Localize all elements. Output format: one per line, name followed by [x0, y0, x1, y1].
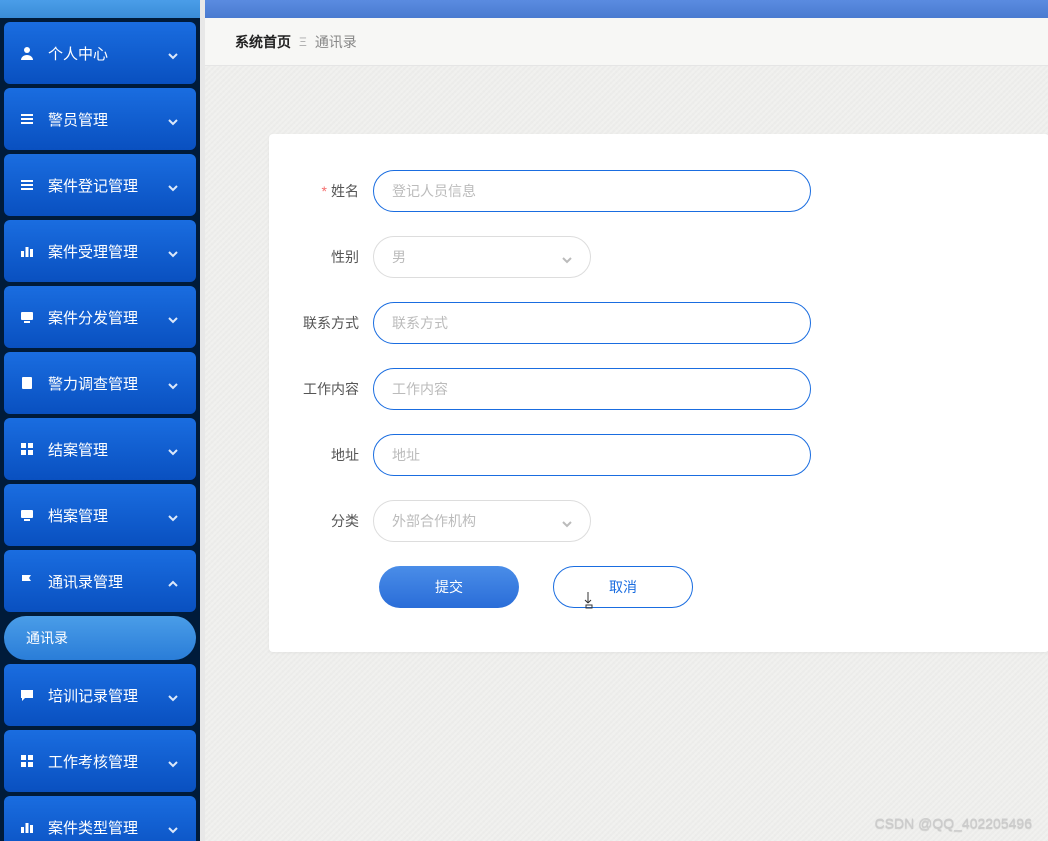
sidebar-item-case-accept[interactable]: 案件受理管理 — [4, 220, 196, 282]
contact-input[interactable] — [373, 302, 811, 344]
breadcrumb-current: 通讯录 — [315, 32, 357, 52]
monitor-icon — [18, 506, 36, 524]
form-row-work: 工作内容 — [281, 368, 1001, 410]
cancel-label: 取消 — [609, 577, 637, 597]
address-input[interactable] — [373, 434, 811, 476]
watermark: CSDN @QQ_402205496 — [875, 815, 1032, 831]
main-content: 系统首页 Ξ 通讯录 姓名 性别 男 联系方式 工作内容 地址 — [205, 18, 1048, 841]
person-icon — [18, 44, 36, 62]
sidebar-item-performance[interactable]: 工作考核管理 — [4, 730, 196, 792]
top-header-bar — [205, 0, 1048, 18]
sidebar-item-label: 案件登记管理 — [48, 175, 138, 196]
category-select[interactable]: 外部合作机构 — [373, 500, 591, 542]
chevron-down-icon — [168, 756, 178, 766]
chevron-down-icon — [168, 510, 178, 520]
form-row-address: 地址 — [281, 434, 1001, 476]
chevron-down-icon — [168, 444, 178, 454]
sidebar-item-training[interactable]: 培训记录管理 — [4, 664, 196, 726]
submit-button[interactable]: 提交 — [379, 566, 519, 608]
breadcrumb-separator: Ξ — [299, 35, 307, 49]
sidebar-item-case-type[interactable]: 案件类型管理 — [4, 796, 196, 841]
bars-icon — [18, 176, 36, 194]
sidebar-item-case-register[interactable]: 案件登记管理 — [4, 154, 196, 216]
form-row-category: 分类 外部合作机构 — [281, 500, 1001, 542]
breadcrumb: 系统首页 Ξ 通讯录 — [205, 18, 1048, 66]
chevron-down-icon — [168, 378, 178, 388]
sidebar-item-label: 结案管理 — [48, 439, 108, 460]
sidebar-item-case-close[interactable]: 结案管理 — [4, 418, 196, 480]
sidebar-item-label: 培训记录管理 — [48, 685, 138, 706]
sidebar-item-case-distribute[interactable]: 案件分发管理 — [4, 286, 196, 348]
category-value: 外部合作机构 — [392, 511, 476, 531]
chevron-down-icon — [168, 246, 178, 256]
label-address: 地址 — [281, 445, 373, 465]
chat-icon — [18, 686, 36, 704]
name-input[interactable] — [373, 170, 811, 212]
label-work: 工作内容 — [281, 379, 373, 399]
sidebar-item-officer[interactable]: 警员管理 — [4, 88, 196, 150]
chart-icon — [18, 818, 36, 836]
sidebar-subitem-contacts[interactable]: 通讯录 — [4, 616, 196, 660]
chevron-down-icon — [168, 690, 178, 700]
grid-icon — [18, 752, 36, 770]
chart-icon — [18, 242, 36, 260]
sidebar-item-investigation[interactable]: 警力调查管理 — [4, 352, 196, 414]
sidebar-item-label: 案件分发管理 — [48, 307, 138, 328]
sidebar-item-contacts[interactable]: 通讯录管理 — [4, 550, 196, 612]
label-name: 姓名 — [281, 181, 373, 201]
sidebar-item-personal[interactable]: 个人中心 — [4, 22, 196, 84]
sidebar-item-label: 案件类型管理 — [48, 817, 138, 838]
label-contact: 联系方式 — [281, 313, 373, 333]
breadcrumb-home[interactable]: 系统首页 — [235, 32, 291, 52]
button-row: 提交 取消 — [281, 566, 1001, 608]
clipboard-icon — [18, 374, 36, 392]
label-gender: 性别 — [281, 247, 373, 267]
flag-icon — [18, 572, 36, 590]
chevron-up-icon — [168, 576, 178, 586]
chevron-down-icon — [168, 822, 178, 832]
work-input[interactable] — [373, 368, 811, 410]
sidebar-item-label: 案件受理管理 — [48, 241, 138, 262]
chevron-down-icon — [168, 180, 178, 190]
cursor-icon — [582, 591, 596, 609]
gender-select[interactable]: 男 — [373, 236, 591, 278]
sidebar-item-label: 警力调查管理 — [48, 373, 138, 394]
sidebar: 个人中心 警员管理 案件登记管理 案件受理管理 案件分发管理 警力调查管理 结案… — [0, 0, 200, 841]
monitor-icon — [18, 308, 36, 326]
form-row-name: 姓名 — [281, 170, 1001, 212]
form-row-gender: 性别 男 — [281, 236, 1001, 278]
cancel-button[interactable]: 取消 — [553, 566, 693, 608]
chevron-down-icon — [168, 312, 178, 322]
sidebar-subitem-label: 通讯录 — [26, 628, 68, 648]
sidebar-item-label: 档案管理 — [48, 505, 108, 526]
sidebar-item-label: 警员管理 — [48, 109, 108, 130]
sidebar-logo-area — [0, 0, 200, 18]
bars-icon — [18, 110, 36, 128]
grid-icon — [18, 440, 36, 458]
sidebar-item-label: 工作考核管理 — [48, 751, 138, 772]
chevron-down-icon — [562, 252, 572, 262]
chevron-down-icon — [562, 516, 572, 526]
chevron-down-icon — [168, 48, 178, 58]
chevron-down-icon — [168, 114, 178, 124]
sidebar-item-archive[interactable]: 档案管理 — [4, 484, 196, 546]
label-category: 分类 — [281, 511, 373, 531]
form-row-contact: 联系方式 — [281, 302, 1001, 344]
form-card: 姓名 性别 男 联系方式 工作内容 地址 分类 外部合作机构 — [269, 134, 1048, 652]
sidebar-item-label: 个人中心 — [48, 43, 108, 64]
gender-value: 男 — [392, 247, 406, 267]
sidebar-item-label: 通讯录管理 — [48, 571, 123, 592]
